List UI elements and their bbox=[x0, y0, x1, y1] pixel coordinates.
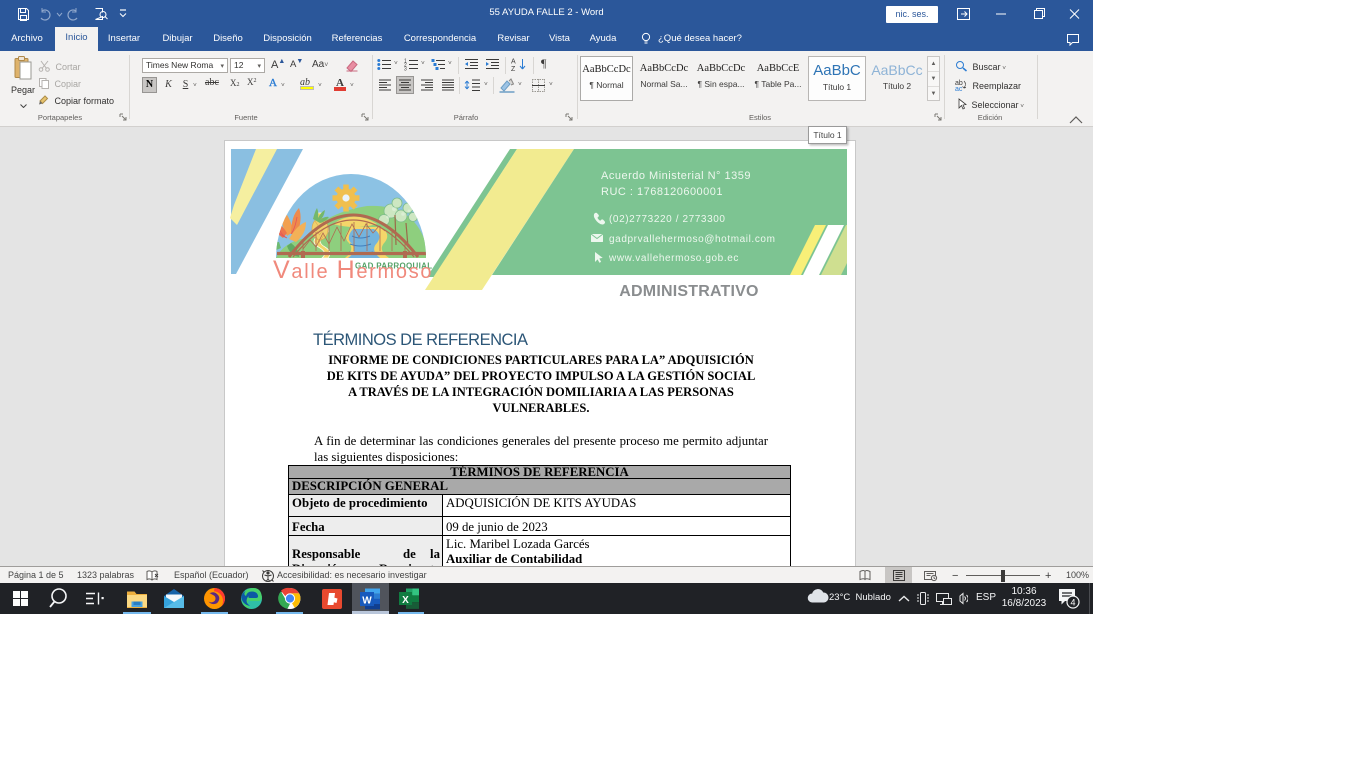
svg-text:A: A bbox=[511, 59, 516, 66]
svg-text:4: 4 bbox=[1070, 598, 1075, 608]
svg-text:gadprvallehermoso@hotmail.com: gadprvallehermoso@hotmail.com bbox=[609, 234, 776, 245]
svg-text:Valle Hermoso: Valle Hermoso bbox=[273, 256, 433, 284]
svg-text:Z: Z bbox=[511, 66, 516, 72]
svg-text:Acuerdo Ministerial N° 1359: Acuerdo Ministerial N° 1359 bbox=[601, 170, 751, 182]
svg-text:W: W bbox=[362, 596, 372, 607]
svg-text:ac: ac bbox=[955, 86, 963, 91]
svg-text:3: 3 bbox=[404, 67, 407, 72]
svg-text:X: X bbox=[402, 595, 409, 606]
svg-text:(02)2773220 / 2773300: (02)2773220 / 2773300 bbox=[609, 214, 726, 225]
svg-text:RUC : 1768120600001: RUC : 1768120600001 bbox=[601, 186, 723, 198]
svg-text:www.vallehermoso.gob.ec: www.vallehermoso.gob.ec bbox=[608, 253, 739, 264]
